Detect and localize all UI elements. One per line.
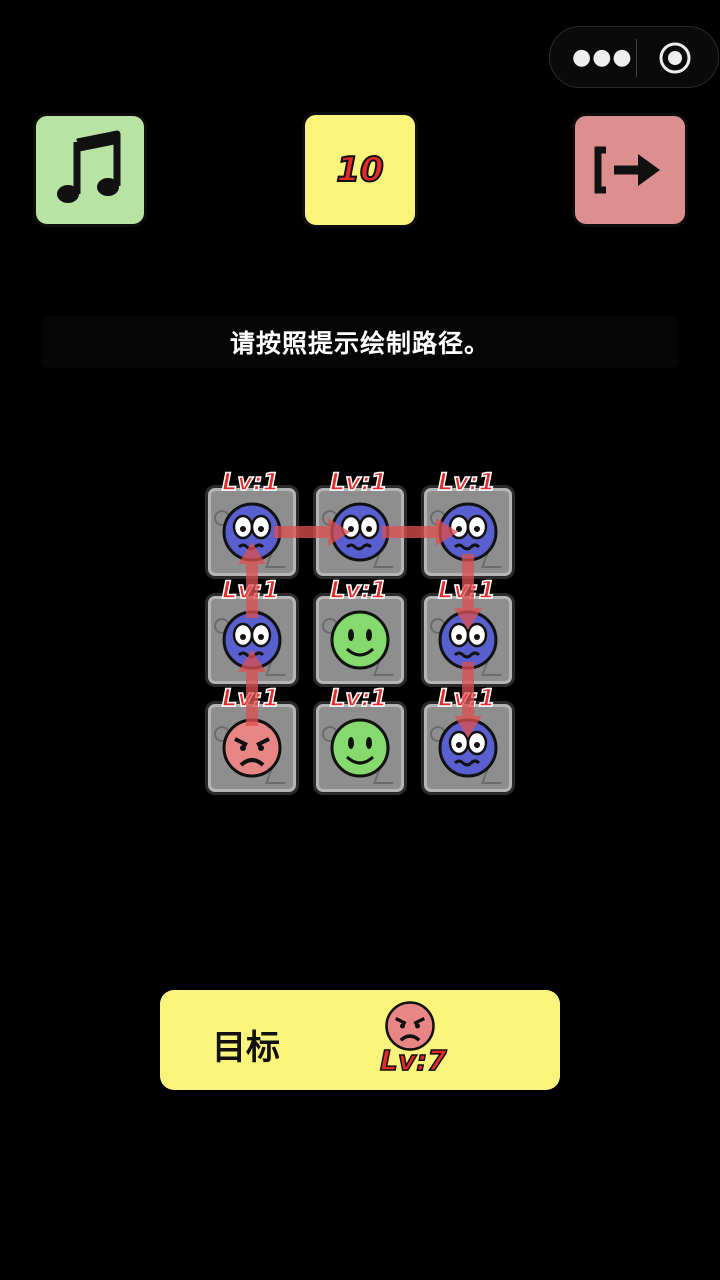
cell-level-label: Lv:1 — [437, 467, 496, 497]
green-face-icon — [330, 718, 390, 778]
blue-face-icon — [438, 718, 498, 778]
hint-bar: 请按照提示绘制路径。 — [42, 316, 678, 368]
music-button[interactable] — [33, 113, 147, 227]
target-circle-icon[interactable] — [658, 41, 692, 75]
hint-text: 请按照提示绘制路径。 — [229, 329, 490, 358]
red-face-icon — [222, 718, 282, 778]
music-note-icon — [57, 130, 121, 203]
cell-level-label: Lv:1 — [329, 575, 388, 605]
goal-label: 目标 — [212, 1028, 280, 1068]
board-cell[interactable]: Lv:1 — [421, 575, 515, 687]
board-cell[interactable]: Lv:1 — [205, 683, 299, 795]
board-cell[interactable]: Lv:1 — [205, 467, 299, 579]
cell-level-label: Lv:1 — [221, 683, 280, 713]
goal-panel: 目标 Lv:7 — [160, 990, 560, 1090]
level-number: 10 — [335, 149, 384, 191]
blue-face-icon — [438, 502, 498, 562]
capsule-divider — [636, 39, 637, 77]
blue-face-icon — [438, 610, 498, 670]
more-dots-icon[interactable]: ●●● — [572, 45, 633, 70]
cell-level-label: Lv:1 — [221, 575, 280, 605]
cell-level-label: Lv:1 — [437, 683, 496, 713]
board-cell[interactable]: Lv:1 — [313, 575, 407, 687]
blue-face-icon — [330, 502, 390, 562]
exit-button[interactable] — [572, 113, 688, 227]
miniprogram-capsule: ●●● — [549, 26, 719, 88]
level-indicator: 10 — [302, 112, 418, 228]
goal-level-label: Lv:7 — [379, 1043, 447, 1078]
board-cell[interactable]: Lv:1 — [313, 467, 407, 579]
cell-level-label: Lv:1 — [221, 467, 280, 497]
cell-level-label: Lv:1 — [437, 575, 496, 605]
board-cell[interactable]: Lv:1 — [421, 467, 515, 579]
blue-face-icon — [222, 610, 282, 670]
board-cell[interactable]: Lv:1 — [313, 683, 407, 795]
cell-level-label: Lv:1 — [329, 467, 388, 497]
blue-face-icon — [222, 502, 282, 562]
board-cell[interactable]: Lv:1 — [421, 683, 515, 795]
cell-level-label: Lv:1 — [329, 683, 388, 713]
green-face-icon — [330, 610, 390, 670]
exit-arrow-icon — [594, 146, 660, 194]
board-cell[interactable]: Lv:1 — [205, 575, 299, 687]
